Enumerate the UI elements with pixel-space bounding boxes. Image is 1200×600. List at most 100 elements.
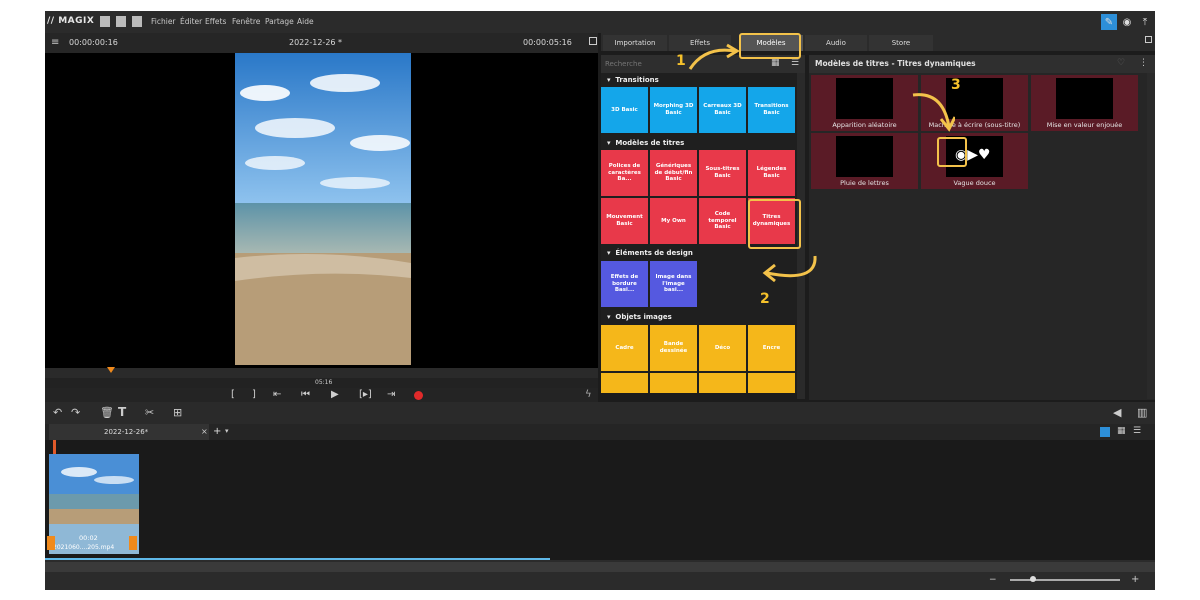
menu-hamburger-icon[interactable]: ≡ — [51, 37, 59, 48]
menu-partage[interactable]: Partage — [265, 17, 294, 26]
tile-generiques[interactable]: Génériques de début/fin Basic — [650, 150, 697, 196]
scrub-bar[interactable] — [45, 367, 598, 378]
tile-transitions-basic[interactable]: Transitions Basic — [748, 87, 795, 133]
next-marker-icon[interactable]: ⇥ — [387, 389, 395, 400]
zoom-in-icon[interactable]: + — [1131, 574, 1139, 585]
record-icon[interactable] — [414, 391, 423, 400]
template-item[interactable]: Pluie de lettres — [811, 133, 918, 189]
undo-icon[interactable]: ↶ — [53, 406, 62, 419]
settings-circle-icon[interactable]: ◉ — [1119, 14, 1135, 30]
template-item[interactable]: Apparition aléatoire — [811, 75, 918, 131]
close-tab-icon[interactable]: × — [201, 427, 208, 436]
insert-icon[interactable]: ⊞ — [173, 406, 182, 419]
templates-panel: Modèles de titres - Titres dynamiques ♡ … — [809, 55, 1155, 400]
menu-fenetre[interactable]: Fenêtre — [232, 17, 260, 26]
template-label: Pluie de lettres — [840, 179, 889, 187]
grid-mode-icon[interactable]: ▦ — [1117, 426, 1126, 436]
section-images[interactable]: ▾ Objets images — [601, 311, 801, 323]
video-preview — [45, 53, 598, 374]
maximize-icon[interactable] — [589, 37, 597, 45]
menu-fichier[interactable]: Fichier — [151, 17, 176, 26]
tile-mouvement[interactable]: Mouvement Basic — [601, 198, 648, 244]
menu-aide[interactable]: Aide — [297, 17, 314, 26]
tile-image-dans-image[interactable]: Image dans l'image basi... — [650, 261, 697, 307]
templates-header: Modèles de titres - Titres dynamiques — [809, 55, 1155, 73]
clip-name: 2021060....205.mp4 — [53, 544, 115, 551]
template-item[interactable]: Mise en valeur enjouée — [1031, 75, 1138, 131]
tile-morphing-3d[interactable]: Morphing 3D Basic — [650, 87, 697, 133]
timeline-tab[interactable]: 2022-12-26* × — [49, 424, 209, 440]
clip-duration: 00:02 — [79, 534, 98, 542]
zoom-handle[interactable] — [1030, 576, 1036, 582]
tile-image-row2[interactable] — [699, 373, 746, 393]
tile-image-row2[interactable] — [601, 373, 648, 393]
horizontal-scrollbar[interactable] — [45, 562, 1155, 572]
edit-toolbar: ↶ ↷ 🗑 T ✂ ⊞ ◀ ▥ — [45, 402, 1155, 424]
tile-encre[interactable]: Encre — [748, 325, 795, 371]
video-frame — [235, 53, 411, 365]
volume-icon[interactable]: ◀ — [1113, 406, 1121, 419]
player-top-bar: ≡ 00:00:00:16 2022-12-26 * 00:00:05:16 — [45, 33, 598, 53]
playhead-marker[interactable] — [107, 367, 115, 373]
list-view-icon[interactable]: ☰ — [791, 58, 799, 68]
loop-icon[interactable]: [▸] — [359, 389, 372, 400]
section-label: Transitions — [615, 76, 659, 84]
tile-image-row2[interactable] — [748, 373, 795, 393]
pen-tool-icon[interactable]: ✎ — [1101, 14, 1117, 30]
tab-audio[interactable]: Audio — [805, 35, 867, 51]
menu-editer[interactable]: Éditer — [180, 17, 202, 26]
skip-back-icon[interactable]: ⏮ — [301, 389, 310, 400]
timeline-mode-icon[interactable]: ☰ — [1133, 426, 1141, 436]
tab-store[interactable]: Store — [869, 35, 933, 51]
section-titles[interactable]: ▾ Modèles de titres — [601, 137, 801, 149]
highlight-modeles-tab — [739, 33, 801, 59]
save-icon[interactable] — [132, 16, 142, 27]
tile-legendes[interactable]: Légendes Basic — [748, 150, 795, 196]
tile-carreaux-3d[interactable]: Carreaux 3D Basic — [699, 87, 746, 133]
tile-my-own[interactable]: My Own — [650, 198, 697, 244]
tile-effets-bordure[interactable]: Effets de bordure Basi... — [601, 261, 648, 307]
upload-icon[interactable]: ⤒ — [1137, 14, 1153, 30]
power-icon[interactable]: ϟ — [585, 389, 592, 400]
tile-code-temporel[interactable]: Code temporel Basic — [699, 198, 746, 244]
delete-icon[interactable]: 🗑 — [100, 406, 114, 419]
mixer-icon[interactable]: ▥ — [1137, 406, 1147, 419]
scrub-time: 05:16 — [315, 379, 333, 386]
favorite-heart-icon[interactable]: ♡ — [1117, 58, 1125, 68]
tile-deco[interactable]: Déco — [699, 325, 746, 371]
grid-view-icon[interactable]: ▦ — [771, 58, 780, 68]
play-icon[interactable]: ▶ — [331, 389, 339, 400]
cut-icon[interactable]: ✂ — [145, 406, 154, 419]
tile-bande-dessinee[interactable]: Bande dessinée — [650, 325, 697, 371]
text-icon[interactable]: T — [118, 405, 126, 419]
video-clip[interactable]: 00:02 2021060....205.mp4 — [47, 454, 139, 554]
tab-dropdown-icon[interactable]: ▾ — [225, 427, 229, 435]
tile-3d-basic[interactable]: 3D Basic — [601, 87, 648, 133]
templates-scrollbar[interactable] — [1147, 73, 1155, 399]
clip-trim-right[interactable] — [129, 536, 137, 550]
tile-cadre[interactable]: Cadre — [601, 325, 648, 371]
more-options-icon[interactable]: ⋮ — [1139, 58, 1148, 68]
menu-effets[interactable]: Effets — [205, 17, 226, 26]
arrow-step-2-icon — [762, 255, 817, 283]
tile-polices[interactable]: Polices de caractères Ba... — [601, 150, 648, 196]
section-transitions[interactable]: ▾ Transitions — [601, 74, 801, 86]
panel-maximize-icon[interactable] — [1145, 36, 1152, 43]
storyboard-view-icon[interactable] — [1100, 427, 1110, 437]
zoom-slider[interactable] — [1010, 576, 1120, 582]
section-label: Éléments de design — [615, 249, 693, 257]
new-file-icon[interactable] — [100, 16, 110, 27]
zoom-out-icon[interactable]: − — [989, 575, 997, 585]
clip-trim-left[interactable] — [47, 536, 55, 550]
mark-in-icon[interactable]: [ — [231, 389, 235, 400]
mark-out-icon[interactable]: ] — [252, 389, 256, 400]
open-folder-icon[interactable] — [116, 16, 126, 27]
magix-logo: // MAGIX — [47, 16, 95, 26]
tile-image-row2[interactable] — [650, 373, 697, 393]
add-tab-icon[interactable]: + — [213, 426, 221, 437]
tile-sous-titres[interactable]: Sous-titres Basic — [699, 150, 746, 196]
timecode-start[interactable]: 00:00:00:16 — [69, 38, 118, 47]
redo-icon[interactable]: ↷ — [71, 406, 80, 419]
prev-marker-icon[interactable]: ⇤ — [273, 389, 281, 400]
tab-importation[interactable]: Importation — [603, 35, 667, 51]
